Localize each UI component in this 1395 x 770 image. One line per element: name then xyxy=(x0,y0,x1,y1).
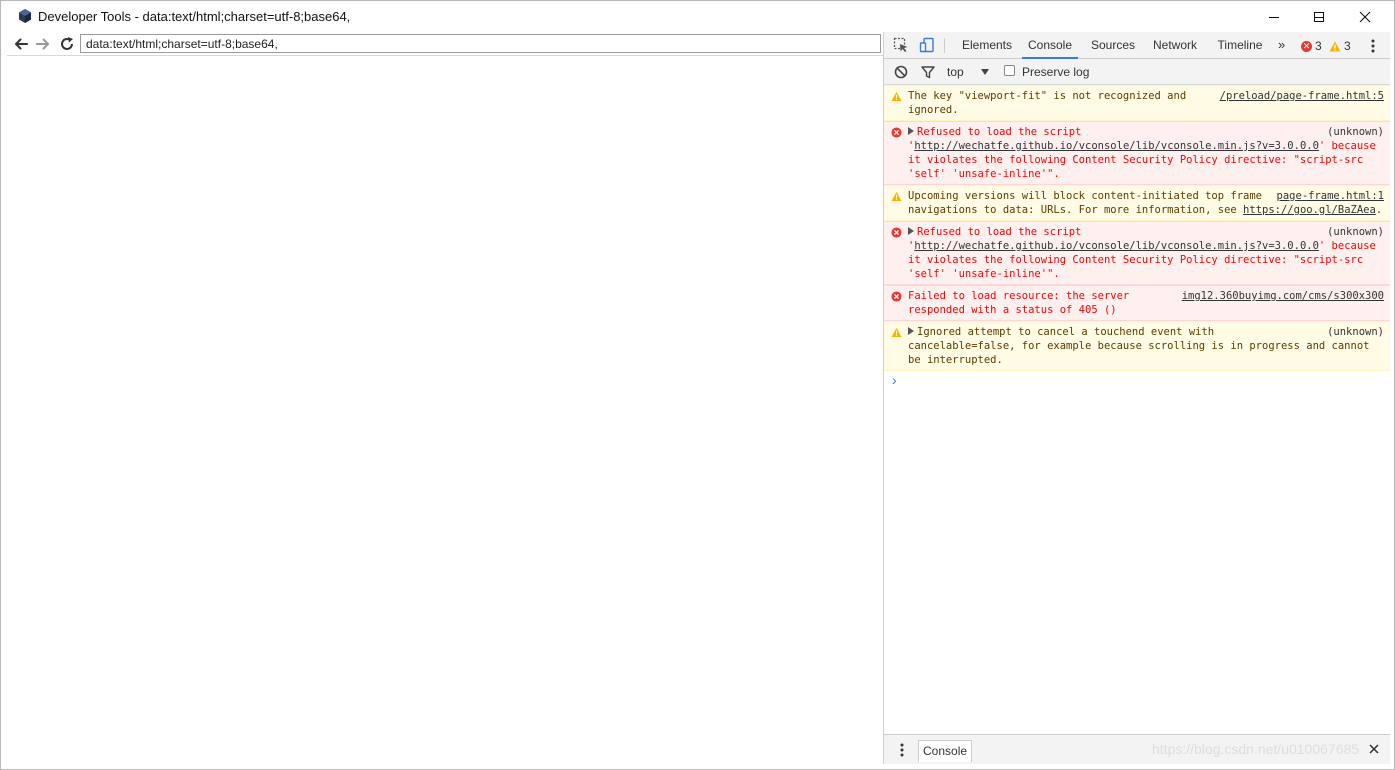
toolbar-divider xyxy=(944,38,945,53)
message-source: (unknown) xyxy=(1327,226,1384,238)
console-error-message[interactable]: (unknown) Refused to load the script 'ht… xyxy=(884,121,1390,185)
message-source-link[interactable]: /preload/page-frame.html:5 xyxy=(1220,89,1384,103)
reload-icon xyxy=(61,37,73,50)
filter-icon[interactable] xyxy=(920,64,936,80)
preserve-log-checkbox[interactable] xyxy=(1004,65,1015,76)
warning-icon xyxy=(1329,41,1341,51)
customize-menu-icon[interactable] xyxy=(1371,39,1375,53)
clear-console-icon[interactable] xyxy=(893,64,909,80)
reload-button[interactable] xyxy=(57,34,77,54)
expand-triangle-icon[interactable] xyxy=(908,227,914,235)
page-viewport[interactable] xyxy=(7,56,883,764)
back-button[interactable] xyxy=(11,34,31,54)
console-warning-message: /preload/page-frame.html:5 The key "view… xyxy=(884,85,1390,121)
url-input[interactable]: data:text/html;charset=utf-8;base64, xyxy=(80,34,881,53)
arrow-left-icon xyxy=(15,38,28,50)
drawer-tab-console[interactable]: Console xyxy=(918,740,973,762)
message-source: (unknown) xyxy=(1327,126,1384,138)
tab-sources[interactable]: Sources xyxy=(1084,32,1142,59)
title-bar: Developer Tools - data:text/html;charset… xyxy=(1,1,1394,32)
tab-timeline[interactable]: Timeline xyxy=(1212,32,1268,59)
dropdown-arrow-icon[interactable] xyxy=(980,68,990,76)
error-icon xyxy=(891,227,902,238)
maximize-button[interactable] xyxy=(1296,1,1342,32)
warning-icon xyxy=(891,327,902,338)
error-icon xyxy=(891,291,902,302)
message-source: (unknown) xyxy=(1327,326,1384,338)
console-warning-message[interactable]: (unknown) Ignored attempt to cancel a to… xyxy=(884,321,1390,371)
console-warning-message: page-frame.html:1 Upcoming versions will… xyxy=(884,185,1390,221)
message-text-prefix: Upcoming versions will block content-ini… xyxy=(908,190,1263,216)
console-error-message[interactable]: (unknown) Refused to load the script 'ht… xyxy=(884,221,1390,285)
more-tabs-button[interactable]: » xyxy=(1278,32,1285,59)
console-prompt[interactable]: › xyxy=(884,371,1390,391)
expand-triangle-icon[interactable] xyxy=(908,127,914,135)
app-window: Developer Tools - data:text/html;charset… xyxy=(0,0,1395,770)
close-icon xyxy=(1359,11,1371,22)
message-text: The key "viewport-fit" is not recognized… xyxy=(908,90,1187,116)
error-count: 3 xyxy=(1315,39,1322,53)
close-drawer-icon[interactable] xyxy=(1368,743,1380,755)
forward-button[interactable] xyxy=(33,34,53,54)
expand-triangle-icon[interactable] xyxy=(908,327,914,335)
tab-console[interactable]: Console xyxy=(1022,32,1078,59)
message-text-suffix: . xyxy=(1375,204,1383,216)
console-error-message: img12.360buyimg.com/cms/s300x300 Failed … xyxy=(884,285,1390,321)
tab-network[interactable]: Network xyxy=(1146,32,1204,59)
arrow-right-icon xyxy=(36,38,49,50)
message-source-link[interactable]: img12.360buyimg.com/cms/s300x300 xyxy=(1182,289,1384,303)
warning-counter[interactable]: 3 xyxy=(1329,39,1351,53)
device-toolbar-icon[interactable] xyxy=(919,37,935,53)
devtools-tab-bar: Elements Console Sources Network Timelin… xyxy=(884,32,1390,59)
navigation-bar: data:text/html;charset=utf-8;base64, xyxy=(7,32,883,56)
context-selector[interactable]: top xyxy=(947,65,964,79)
warning-count: 3 xyxy=(1344,39,1351,53)
message-url-link[interactable]: http://wechatfe.github.io/vconsole/lib/v… xyxy=(914,240,1319,252)
inspect-element-icon[interactable] xyxy=(893,37,909,53)
message-source-link[interactable]: page-frame.html:1 xyxy=(1277,189,1384,203)
message-url-link[interactable]: https://goo.gl/BaZAea xyxy=(1243,204,1376,216)
warning-icon xyxy=(891,91,902,102)
window-title: Developer Tools - data:text/html;charset… xyxy=(38,9,351,24)
preserve-log-label: Preserve log xyxy=(1022,65,1090,79)
watermark: https://blog.csdn.net/u010067685 xyxy=(1152,741,1360,757)
warning-icon xyxy=(891,191,902,202)
tab-elements[interactable]: Elements xyxy=(956,32,1018,59)
close-button[interactable] xyxy=(1342,1,1388,32)
console-messages: /preload/page-frame.html:5 The key "view… xyxy=(884,85,1390,734)
devtools-panel: Elements Console Sources Network Timelin… xyxy=(883,32,1390,764)
minimize-button[interactable] xyxy=(1251,1,1297,32)
minimize-icon xyxy=(1269,16,1279,18)
drawer-menu-icon[interactable] xyxy=(900,743,904,757)
maximize-icon xyxy=(1314,11,1324,22)
console-toolbar: top Preserve log xyxy=(884,59,1390,85)
error-icon: ✕ xyxy=(1301,40,1312,52)
app-icon xyxy=(19,9,31,23)
message-url-link[interactable]: http://wechatfe.github.io/vconsole/lib/v… xyxy=(914,140,1319,152)
error-counter[interactable]: ✕ 3 xyxy=(1301,39,1322,53)
message-text: Failed to load resource: the server resp… xyxy=(908,290,1130,316)
prompt-chevron-icon: › xyxy=(892,372,897,388)
error-icon xyxy=(891,127,902,138)
message-text: Ignored attempt to cancel a touchend eve… xyxy=(908,326,1370,366)
inspected-page-pane: data:text/html;charset=utf-8;base64, xyxy=(7,32,883,764)
